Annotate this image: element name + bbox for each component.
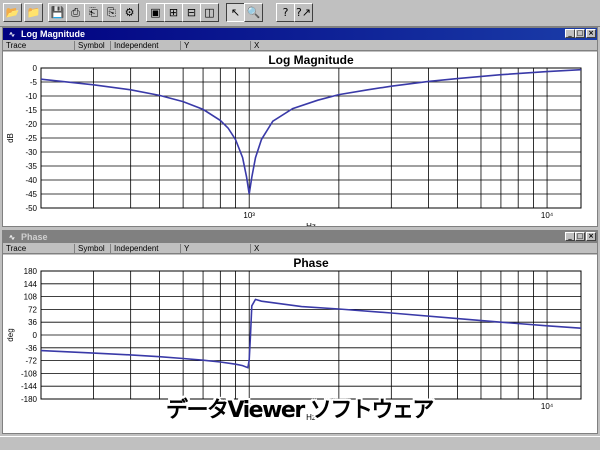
tile-grid-icon: ⊞ bbox=[168, 6, 179, 19]
y-tick-label: 144 bbox=[24, 280, 38, 289]
chart-title: Phase bbox=[293, 256, 329, 270]
open-file-button[interactable]: 📁 bbox=[24, 3, 43, 22]
settings-icon: ⚙ bbox=[124, 6, 135, 19]
column-y[interactable]: Y bbox=[181, 244, 251, 254]
y-tick-label: 72 bbox=[28, 305, 37, 314]
y-tick-label: -144 bbox=[21, 382, 38, 391]
column-x[interactable]: X bbox=[251, 244, 597, 254]
y-tick-label: -72 bbox=[25, 357, 37, 366]
print-icon: ⎙ bbox=[71, 6, 80, 19]
toolbar: 📂 📁 💾 ⎙ ⎗ ⎘ ⚙ ▣ ⊞ ⊟ ◫ ↖ 🔍? ?↗ bbox=[0, 0, 600, 27]
open-file-icon: 📁 bbox=[26, 6, 41, 19]
y-tick-label: 0 bbox=[33, 64, 38, 73]
column-symbol[interactable]: Symbol bbox=[75, 41, 111, 51]
x-tick-label: 10⁴ bbox=[541, 211, 554, 220]
y-tick-label: -10 bbox=[25, 92, 37, 101]
column-y[interactable]: Y bbox=[181, 41, 251, 51]
y-tick-label: -30 bbox=[25, 148, 37, 157]
graph-window-icon: ∿ bbox=[8, 232, 16, 242]
print-preview-button[interactable]: ⎗ bbox=[84, 3, 103, 22]
tile-horizontal-icon: ⊟ bbox=[186, 6, 197, 19]
tile-grid-button[interactable]: ⊞ bbox=[164, 3, 183, 22]
column-symbol[interactable]: Symbol bbox=[75, 244, 111, 254]
restore-button[interactable]: □ bbox=[575, 232, 585, 241]
close-button[interactable]: × bbox=[586, 232, 596, 241]
print-preview-icon: ⎗ bbox=[89, 6, 98, 19]
save-button[interactable]: 💾 bbox=[48, 3, 67, 22]
print-button[interactable]: ⎙ bbox=[66, 3, 85, 22]
y-tick-label: -20 bbox=[25, 120, 37, 129]
y-tick-label: -15 bbox=[25, 106, 37, 115]
pointer-icon: ↖ bbox=[230, 6, 241, 19]
save-icon: 💾 bbox=[50, 6, 65, 19]
context-help-button[interactable]: ?↗ bbox=[294, 3, 313, 22]
tile-vertical-button[interactable]: ◫ bbox=[200, 3, 219, 22]
help-icon: ? bbox=[282, 6, 289, 19]
y-tick-label: -40 bbox=[25, 176, 37, 185]
settings-button[interactable]: ⚙ bbox=[120, 3, 139, 22]
window-title: Log Magnitude bbox=[21, 29, 85, 39]
column-independent[interactable]: Independent bbox=[111, 41, 181, 51]
y-tick-label: -5 bbox=[30, 78, 38, 87]
close-button[interactable]: × bbox=[586, 29, 596, 38]
copy-button[interactable]: ⎘ bbox=[102, 3, 121, 22]
context-help-icon: ?↗ bbox=[295, 6, 312, 19]
y-tick-label: -36 bbox=[25, 344, 37, 353]
y-tick-label: 0 bbox=[33, 331, 38, 340]
restore-button[interactable]: □ bbox=[575, 29, 585, 38]
open-folder-button[interactable]: 📂 bbox=[3, 3, 22, 22]
log-magnitude-chart[interactable]: Log Magnitude 0 -5 -10 -15 -20 -25 -30 -35 -40 -45… bbox=[3, 52, 597, 231]
graph-window-icon: ∿ bbox=[8, 29, 16, 39]
y-tick-label: -50 bbox=[25, 204, 37, 213]
column-x[interactable]: X bbox=[251, 41, 597, 51]
minimize-button[interactable]: _ bbox=[565, 232, 575, 241]
magnitude-plot-area[interactable]: Log Magnitude 0 -5 -10 -15 -20 -25 -30 -35 -40 -45… bbox=[3, 52, 597, 231]
single-plot-icon: ▣ bbox=[150, 6, 161, 19]
x-axis-label: Hz bbox=[306, 222, 316, 226]
column-trace[interactable]: Trace bbox=[3, 244, 75, 254]
zoom-button[interactable]: 🔍 bbox=[244, 3, 263, 22]
title-bar[interactable]: ∿ Phase _ □ × bbox=[3, 231, 597, 243]
y-tick-label: -25 bbox=[25, 134, 37, 143]
tile-vertical-icon: ◫ bbox=[204, 6, 215, 19]
window-title: Phase bbox=[21, 232, 48, 242]
single-plot-button[interactable]: ▣ bbox=[146, 3, 165, 22]
pointer-button[interactable]: ↖ bbox=[226, 3, 245, 22]
y-tick-label: -108 bbox=[21, 369, 38, 378]
y-tick-label: -180 bbox=[21, 395, 38, 404]
x-tick-label: 10³ bbox=[243, 211, 255, 220]
y-axis-label: dB bbox=[6, 133, 15, 143]
column-header: Trace Symbol Independent Y X bbox=[3, 244, 597, 254]
tile-horizontal-button[interactable]: ⊟ bbox=[182, 3, 201, 22]
y-tick-label: -45 bbox=[25, 190, 37, 199]
help-button[interactable]: ? bbox=[276, 3, 295, 22]
zoom-icon: 🔍 bbox=[246, 6, 261, 19]
title-bar[interactable]: ∿ Log Magnitude _ □ × bbox=[3, 28, 597, 40]
x-tick-label: 10⁴ bbox=[541, 402, 554, 411]
log-magnitude-window: ∿ Log Magnitude _ □ × Trace Symbol Indep… bbox=[2, 27, 598, 231]
y-axis-label: deg bbox=[6, 328, 15, 341]
chart-title: Log Magnitude bbox=[268, 53, 354, 67]
overlay-caption: データViewer ソフトウェア bbox=[166, 398, 434, 423]
y-tick-label: 108 bbox=[24, 293, 38, 302]
column-independent[interactable]: Independent bbox=[111, 244, 181, 254]
column-header: Trace Symbol Independent Y X bbox=[3, 41, 597, 51]
y-tick-label: 180 bbox=[24, 267, 38, 276]
minimize-button[interactable]: _ bbox=[565, 29, 575, 38]
copy-icon: ⎘ bbox=[107, 6, 116, 19]
open-folder-icon: 📂 bbox=[5, 6, 20, 19]
column-trace[interactable]: Trace bbox=[3, 41, 75, 51]
y-tick-label: 36 bbox=[28, 318, 37, 327]
y-tick-label: -35 bbox=[25, 162, 37, 171]
status-bar bbox=[0, 436, 600, 450]
